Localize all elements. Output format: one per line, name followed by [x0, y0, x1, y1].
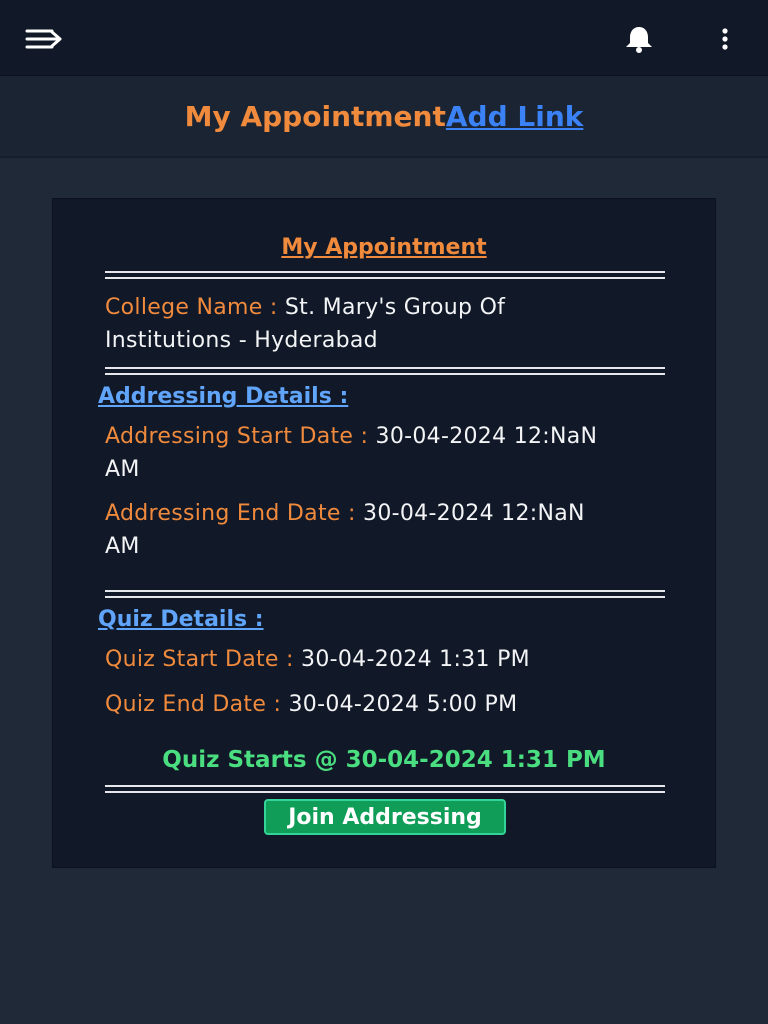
quiz-end-field: Quiz End Date : 30-04-2024 5:00 PM [105, 688, 625, 721]
quiz-details-heading[interactable]: Quiz Details : [98, 607, 264, 632]
card-title: My Appointment [281, 235, 487, 260]
quiz-starts-status: Quiz Starts @ 30-04-2024 1:31 PM [162, 747, 606, 773]
addressing-end-label: Addressing End Date : [105, 501, 364, 526]
college-name-field: College Name : St. Mary's Group Of Insti… [105, 291, 625, 357]
divider [105, 785, 665, 793]
addressing-start-field: Addressing Start Date : 30-04-2024 12:Na… [105, 420, 625, 486]
appointment-card: My Appointment College Name : St. Mary's… [52, 198, 716, 868]
join-addressing-button[interactable]: Join Addressing [264, 799, 506, 835]
divider [105, 590, 665, 598]
bell-icon[interactable] [622, 24, 656, 54]
page-title: My Appointment [184, 99, 446, 133]
addressing-details-heading[interactable]: Addressing Details : [98, 384, 348, 409]
quiz-end-label: Quiz End Date : [105, 692, 289, 717]
quiz-start-value: 30-04-2024 1:31 PM [301, 647, 530, 672]
addressing-end-field: Addressing End Date : 30-04-2024 12:NaN … [105, 497, 625, 563]
top-app-bar [0, 0, 768, 76]
add-link[interactable]: Add Link [446, 100, 584, 133]
college-name-label: College Name : [105, 295, 285, 320]
quiz-end-value: 30-04-2024 5:00 PM [288, 692, 518, 717]
page-header: My Appointment Add Link [0, 76, 768, 158]
quiz-start-label: Quiz Start Date : [105, 647, 302, 672]
divider [105, 367, 665, 375]
quiz-start-field: Quiz Start Date : 30-04-2024 1:31 PM [105, 643, 625, 676]
kebab-menu-icon[interactable] [714, 24, 736, 54]
divider [105, 271, 665, 279]
menu-arrow-icon[interactable] [24, 26, 64, 52]
addressing-start-label: Addressing Start Date : [105, 424, 376, 449]
